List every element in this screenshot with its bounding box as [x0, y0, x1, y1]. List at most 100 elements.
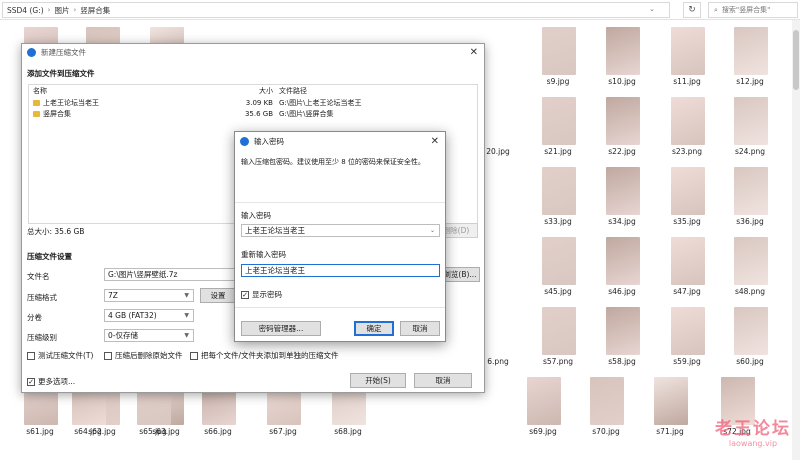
browse-button[interactable]: 浏览(B)... — [440, 267, 480, 282]
image-thumbnail[interactable] — [606, 97, 640, 145]
image-thumbnail[interactable] — [606, 167, 640, 215]
level-select[interactable]: 0-仅存储 ▼ — [104, 329, 194, 342]
col-size[interactable]: 大小 — [239, 86, 273, 96]
image-thumbnail[interactable] — [542, 97, 576, 145]
split-select[interactable]: 4 GB (FAT32) ▼ — [104, 309, 194, 322]
file-tile[interactable]: s36.jpg — [722, 160, 778, 230]
file-name: s71.jpg — [656, 427, 684, 436]
image-thumbnail[interactable] — [671, 167, 705, 215]
file-name: s9.jpg — [546, 77, 570, 86]
file-tile[interactable]: s45.jpg — [530, 230, 586, 300]
file-tile[interactable]: s34.jpg — [594, 160, 650, 230]
image-thumbnail[interactable] — [734, 307, 768, 355]
image-thumbnail[interactable] — [606, 27, 640, 75]
chevron-down-icon[interactable]: ⌄ — [430, 225, 435, 236]
file-tile[interactable]: s60.jpg — [722, 300, 778, 370]
start-button[interactable]: 开始(S) — [350, 373, 406, 388]
vertical-scrollbar[interactable] — [792, 20, 800, 460]
file-tile[interactable]: s70.jpg — [578, 370, 634, 440]
image-thumbnail[interactable] — [542, 167, 576, 215]
checkbox-box[interactable] — [104, 351, 112, 360]
file-tile[interactable]: s33.jpg — [530, 160, 586, 230]
image-thumbnail[interactable] — [527, 377, 561, 425]
ok-button[interactable]: 确定 — [354, 321, 394, 336]
image-thumbnail[interactable] — [606, 307, 640, 355]
section-add-files: 添加文件到压缩文件 — [27, 69, 95, 78]
image-thumbnail[interactable] — [671, 97, 705, 145]
file-name: s64.jpg — [74, 427, 102, 436]
breadcrumb-pictures[interactable]: 图片 — [54, 5, 69, 16]
file-tile[interactable]: s35.jpg — [659, 160, 715, 230]
dialog-titlebar: 新建压缩文件 ✕ — [22, 44, 484, 60]
close-icon[interactable]: ✕ — [431, 136, 439, 147]
file-tile[interactable]: s59.jpg — [659, 300, 715, 370]
file-name: s65.jpg — [139, 427, 167, 436]
chevron-down-icon[interactable]: ⌄ — [649, 5, 655, 13]
file-name: s36.jpg — [736, 217, 764, 226]
separate-archive-checkbox[interactable]: 把每个文件/文件夹添加到单独的压缩文件 — [190, 350, 339, 361]
col-name[interactable]: 名称 — [29, 86, 239, 96]
checkbox-box[interactable] — [190, 351, 198, 360]
confirm-password-input[interactable]: 上老王论坛当老王 — [241, 264, 440, 277]
delete-after-checkbox[interactable]: 压缩后删除原始文件 — [104, 350, 183, 361]
section-settings: 压缩文件设置 — [27, 252, 72, 261]
breadcrumb-folder[interactable]: 竖屏合集 — [80, 5, 110, 16]
col-path[interactable]: 文件路径 — [273, 86, 307, 96]
file-tile[interactable]: s11.jpg — [659, 20, 715, 90]
scrollbar-thumb[interactable] — [793, 30, 799, 90]
password-manager-button[interactable]: 密码管理器... — [241, 321, 321, 336]
image-thumbnail[interactable] — [734, 237, 768, 285]
password-label: 输入密码 — [241, 211, 271, 220]
breadcrumb-drive[interactable]: SSD4 (G:) — [7, 6, 44, 15]
settings-button[interactable]: 设置 — [200, 288, 236, 303]
file-tile[interactable]: s48.png — [722, 230, 778, 300]
file-row[interactable]: 竖屏合集 35.6 GB G:\图片\竖屏合集 — [29, 108, 477, 119]
image-thumbnail[interactable] — [542, 237, 576, 285]
file-tile[interactable]: s47.jpg — [659, 230, 715, 300]
file-tile[interactable]: s23.png — [659, 90, 715, 160]
file-tile[interactable]: s9.jpg — [530, 20, 586, 90]
image-thumbnail[interactable] — [734, 97, 768, 145]
checkbox-label: 显示密码 — [252, 290, 282, 299]
image-thumbnail[interactable] — [590, 377, 624, 425]
show-password-checkbox[interactable]: ✓ 显示密码 — [241, 289, 282, 300]
test-archive-checkbox[interactable]: 测试压缩文件(T) — [27, 350, 93, 361]
file-tile[interactable]: s58.jpg — [594, 300, 650, 370]
close-icon[interactable]: ✕ — [470, 47, 478, 58]
file-tile[interactable]: s10.jpg — [594, 20, 650, 90]
file-name: s70.jpg — [592, 427, 620, 436]
search-box[interactable]: ⌕ 搜索"竖屏合集" — [708, 2, 798, 18]
image-thumbnail[interactable] — [671, 27, 705, 75]
file-tile[interactable]: s21.jpg — [530, 90, 586, 160]
file-tile[interactable]: s57.png — [530, 300, 586, 370]
more-options-checkbox[interactable]: ✓ 更多选项... — [27, 376, 75, 387]
checkbox-box[interactable] — [27, 351, 35, 360]
checkbox-box[interactable]: ✓ — [241, 290, 249, 299]
image-thumbnail[interactable] — [542, 27, 576, 75]
file-row[interactable]: 上老王论坛当老王 3.09 KB G:\图片\上老王论坛当老王 — [29, 97, 477, 108]
folder-icon — [33, 110, 40, 117]
refresh-icon[interactable]: ↻ — [683, 2, 701, 18]
image-thumbnail[interactable] — [606, 237, 640, 285]
image-thumbnail[interactable] — [671, 237, 705, 285]
cancel-button[interactable]: 取消 — [414, 373, 472, 388]
image-thumbnail[interactable] — [542, 307, 576, 355]
password-input[interactable]: 上老王论坛当老王 ⌄ — [241, 224, 440, 237]
file-tile[interactable]: s71.jpg — [642, 370, 698, 440]
level-label: 压缩级别 — [27, 333, 57, 342]
image-thumbnail[interactable] — [734, 167, 768, 215]
file-path: G:\图片\上老王论坛当老王 — [279, 98, 362, 107]
password-cancel-button[interactable]: 取消 — [400, 321, 440, 336]
format-select[interactable]: 7Z ▼ — [104, 289, 194, 302]
file-tile[interactable]: s46.jpg — [594, 230, 650, 300]
file-tile[interactable]: s12.jpg — [722, 20, 778, 90]
file-tile[interactable]: s22.jpg — [594, 90, 650, 160]
image-thumbnail[interactable] — [734, 27, 768, 75]
file-tile[interactable]: s24.png — [722, 90, 778, 160]
checkbox-box[interactable]: ✓ — [27, 377, 35, 386]
image-thumbnail[interactable] — [654, 377, 688, 425]
file-tile[interactable]: s69.jpg — [515, 370, 571, 440]
image-thumbnail[interactable] — [671, 307, 705, 355]
chevron-down-icon: ▼ — [184, 332, 189, 339]
address-bar[interactable]: SSD4 (G:) › 图片 › 竖屏合集 ⌄ — [2, 2, 670, 18]
